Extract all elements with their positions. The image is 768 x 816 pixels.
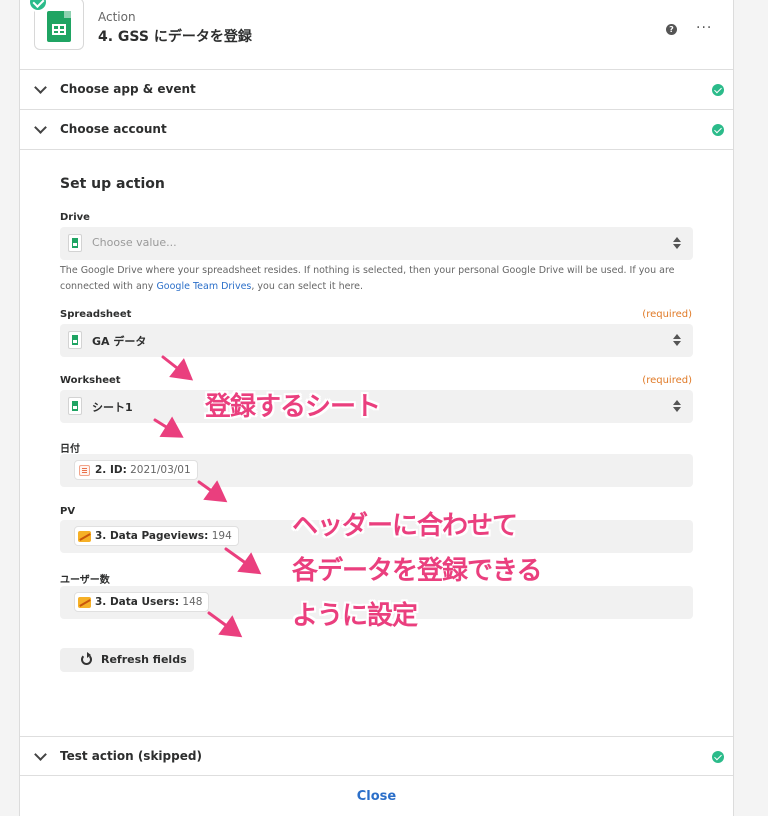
spreadsheet-label: Spreadsheet (60, 309, 132, 320)
worksheet-required: (required) (642, 375, 692, 386)
drive-select[interactable]: Choose value... (60, 227, 693, 260)
step-kind-label: Action (98, 10, 136, 24)
annotation-line-2: 各データを登録できる (292, 556, 542, 586)
drive-help-text: The Google Drive where your spreadsheet … (60, 265, 675, 292)
drive-label: Drive (60, 212, 90, 223)
google-sheets-icon (68, 234, 82, 252)
annotation-line-1: ヘッダーに合わせて (292, 511, 518, 541)
date-label: 日付 (60, 444, 80, 455)
help-icon[interactable]: ? (666, 24, 677, 35)
users-label: ユーザー数 (60, 575, 110, 586)
spreadsheet-select[interactable]: GA データ (60, 324, 693, 357)
refresh-fields-button[interactable]: Refresh fields (60, 648, 194, 672)
date-mapped-field-pill[interactable]: 2. ID: 2021/03/01 (74, 460, 198, 480)
chevron-down-icon (34, 748, 47, 761)
success-check-icon (712, 751, 724, 763)
spreadsheet-value: GA データ (92, 335, 147, 348)
section-choose-account[interactable]: Choose account (20, 110, 733, 150)
analytics-icon (78, 597, 91, 608)
setup-action-title: Set up action (60, 176, 165, 192)
step-header: Action 4. GSS にデータを登録 ? ··· (20, 0, 733, 70)
annotation-line-3: ように設定 (292, 601, 418, 631)
pv-label: PV (60, 506, 76, 517)
chevron-down-icon (34, 121, 47, 134)
updown-arrows-icon (673, 237, 681, 250)
chevron-down-icon (34, 81, 47, 94)
spreadsheet-required: (required) (642, 309, 692, 320)
date-input[interactable]: 2. ID: 2021/03/01 (60, 454, 693, 487)
refresh-icon (81, 652, 92, 665)
pv-mapped-field-pill[interactable]: 3. Data Pageviews: 194 (74, 526, 239, 546)
users-mapped-field-pill[interactable]: 3. Data Users: 148 (74, 592, 210, 612)
more-options-icon[interactable]: ··· (696, 20, 712, 36)
section-label: Choose app & event (60, 82, 196, 96)
analytics-icon (78, 531, 91, 542)
annotation-sheet-note: 登録するシート (205, 392, 381, 422)
section-label: Choose account (60, 122, 167, 136)
success-check-icon (712, 124, 724, 136)
section-choose-app-event[interactable]: Choose app & event (20, 70, 733, 110)
close-link[interactable]: Close (20, 789, 733, 804)
google-sheets-icon (68, 397, 82, 415)
section-label: Test action (skipped) (60, 749, 202, 763)
step-title[interactable]: 4. GSS にデータを登録 (98, 26, 252, 46)
drive-placeholder: Choose value... (92, 236, 177, 249)
updown-arrows-icon (673, 400, 681, 413)
google-sheets-icon (68, 331, 82, 349)
section-test-action[interactable]: Test action (skipped) (20, 736, 733, 776)
updown-arrows-icon (673, 334, 681, 347)
form-icon (79, 465, 90, 476)
google-team-drives-link[interactable]: Google Team Drives (156, 281, 251, 292)
worksheet-value: シート1 (92, 401, 133, 414)
worksheet-label: Worksheet (60, 375, 121, 386)
google-sheets-icon (47, 11, 71, 42)
success-check-icon (712, 84, 724, 96)
